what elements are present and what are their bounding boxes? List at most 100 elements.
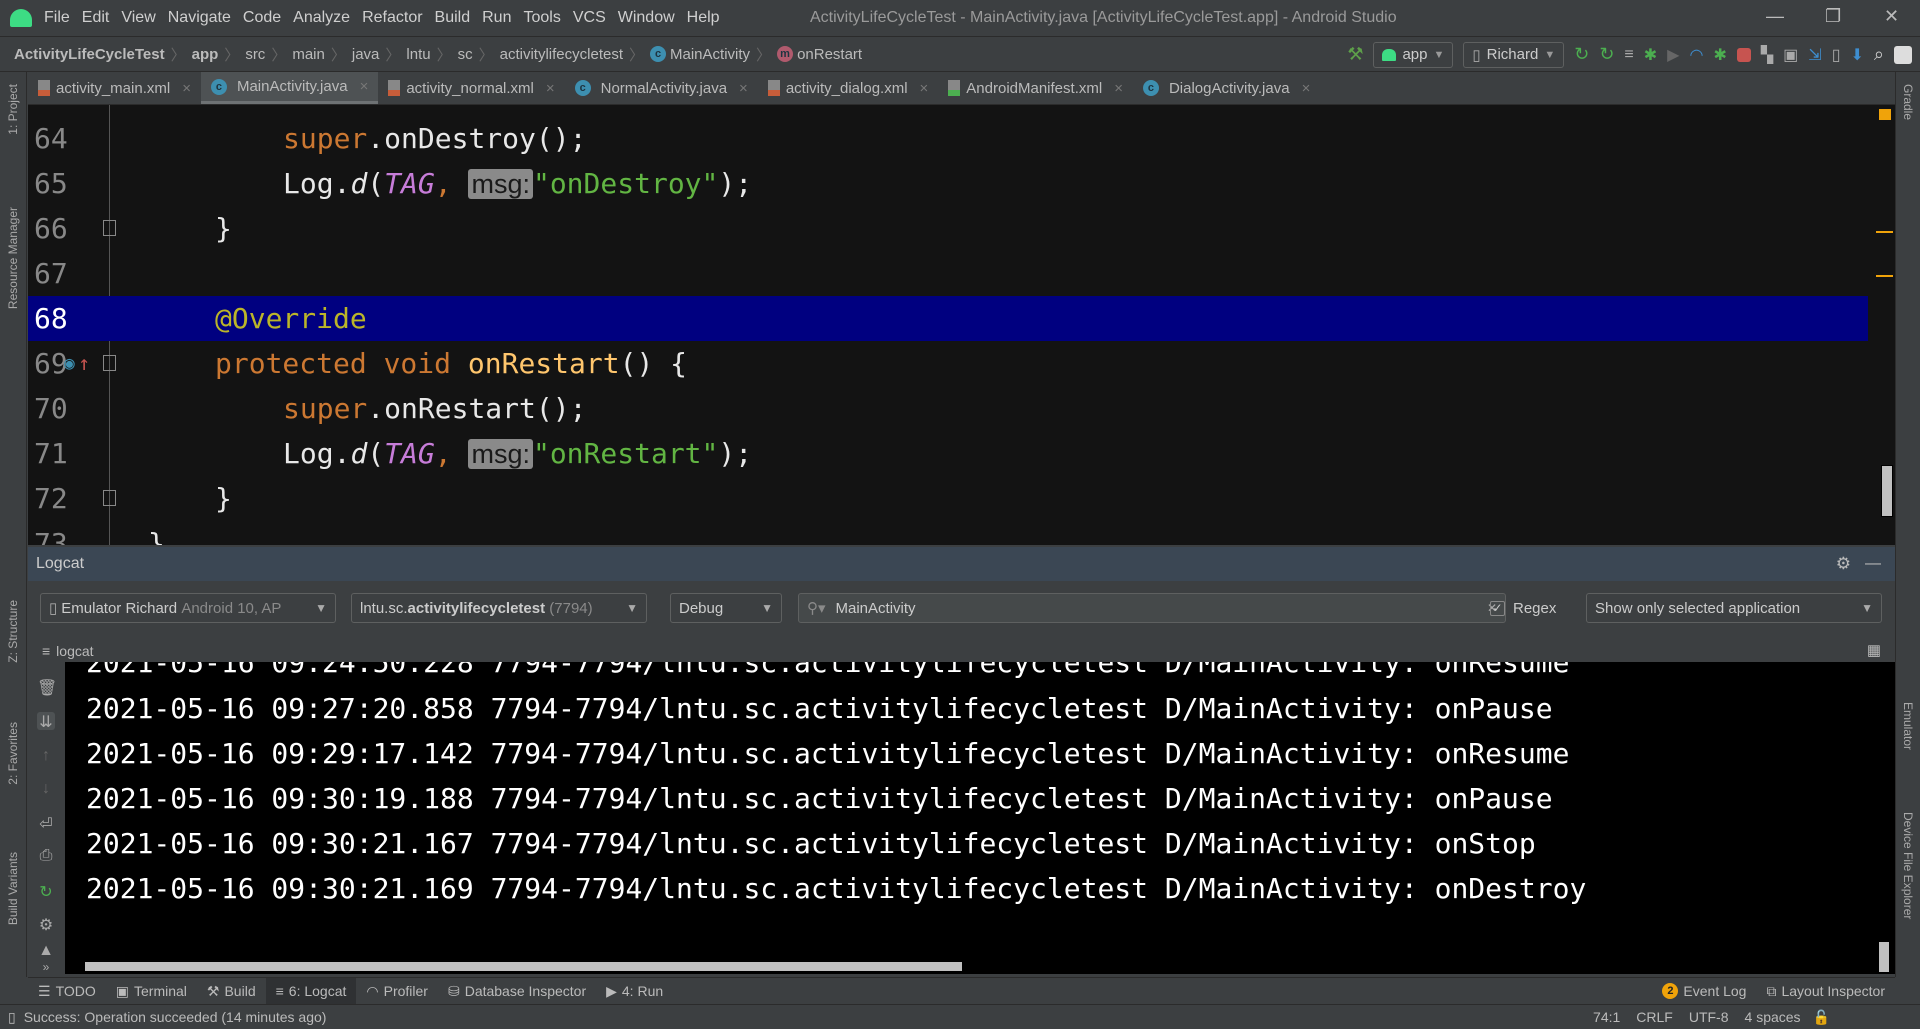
layout-options-icon[interactable]: ▦: [1867, 641, 1881, 659]
close-tab-icon[interactable]: ×: [1302, 80, 1311, 97]
maximize-button[interactable]: ❐: [1825, 6, 1841, 27]
crumb-package[interactable]: activitylifecycletest: [500, 46, 623, 63]
layout-inspector-tool-button[interactable]: ⧉ Layout Inspector: [1756, 978, 1895, 1005]
file-encoding[interactable]: UTF-8: [1689, 1009, 1729, 1025]
line-separator[interactable]: CRLF: [1636, 1009, 1673, 1025]
project-structure-icon[interactable]: ▚: [1761, 45, 1773, 65]
menu-refactor[interactable]: Refactor: [362, 9, 422, 27]
coverage-icon[interactable]: ▶: [1667, 45, 1679, 65]
close-tab-icon[interactable]: ×: [920, 80, 929, 97]
caret-position[interactable]: 74:1: [1593, 1009, 1620, 1025]
more-icon[interactable]: »: [37, 960, 55, 978]
close-window-button[interactable]: ✕: [1884, 6, 1899, 27]
process-dropdown[interactable]: lntu.sc. activitylifecycletest (7794) ▼: [351, 593, 647, 623]
crumb-java[interactable]: java: [352, 46, 380, 63]
logcat-vertical-scrollbar[interactable]: [1879, 942, 1889, 972]
print-icon[interactable]: ⎙: [37, 847, 55, 865]
crumb-src[interactable]: src: [245, 46, 265, 63]
favorites-tool-button[interactable]: 2: Favorites: [6, 722, 20, 785]
crumb-lntu[interactable]: lntu: [406, 46, 430, 63]
close-tab-icon[interactable]: ×: [182, 80, 191, 97]
build-tool-button[interactable]: ⚒ Build: [197, 978, 266, 1005]
soft-wrap-icon[interactable]: ⏎: [37, 814, 55, 833]
menu-vcs[interactable]: VCS: [573, 9, 606, 27]
crumb-sc[interactable]: sc: [458, 46, 473, 63]
menu-window[interactable]: Window: [618, 9, 675, 27]
status-message[interactable]: Success: Operation succeeded (14 minutes…: [24, 1009, 327, 1025]
close-tab-icon[interactable]: ×: [1114, 80, 1123, 97]
fold-icon[interactable]: [103, 490, 116, 506]
todo-tool-button[interactable]: ☰ TODO: [28, 978, 106, 1005]
database-inspector-tool-button[interactable]: ⛁ Database Inspector: [438, 978, 596, 1005]
restart-icon[interactable]: ↻: [37, 882, 55, 901]
menu-view[interactable]: View: [121, 9, 155, 27]
crumb-main[interactable]: main: [292, 46, 325, 63]
sdk-manager-icon[interactable]: ▯: [1832, 45, 1841, 65]
debug-icon[interactable]: ✱: [1644, 45, 1657, 65]
search-icon[interactable]: ⌕: [1874, 44, 1884, 65]
build-variants-tool-button[interactable]: Build Variants: [6, 852, 20, 925]
close-tab-icon[interactable]: ×: [360, 78, 369, 95]
override-gutter-icon[interactable]: ◉: [64, 341, 75, 386]
emulator-tool-button[interactable]: Emulator: [1901, 702, 1915, 750]
menu-run[interactable]: Run: [482, 9, 511, 27]
resource-manager-tool-button[interactable]: Resource Manager: [6, 207, 20, 309]
device-select[interactable]: ▯ Richard ▼: [1463, 41, 1565, 68]
device-file-explorer-tool-button[interactable]: Device File Explorer: [1901, 812, 1915, 919]
profiler-tool-button[interactable]: ◠ Profiler: [356, 978, 438, 1005]
fold-icon[interactable]: [103, 220, 116, 236]
device-dropdown[interactable]: ▯ Emulator Richard Android 10, AP ▼: [40, 593, 336, 623]
menu-build[interactable]: Build: [435, 9, 471, 27]
terminal-tool-button[interactable]: ▣ Terminal: [106, 978, 197, 1005]
lock-icon[interactable]: 🔓: [1813, 1009, 1830, 1026]
crumb-module[interactable]: app: [192, 46, 219, 63]
tab-normal-activity-java[interactable]: c NormalActivity.java ×: [565, 72, 758, 104]
avd-manager-icon[interactable]: ▣: [1783, 45, 1798, 65]
editor-scrollbar[interactable]: [1881, 465, 1893, 517]
tab-activity-dialog-xml[interactable]: activity_dialog.xml ×: [758, 72, 938, 104]
logcat-tool-button[interactable]: ≡ 6: Logcat: [265, 977, 357, 1005]
tab-activity-normal-xml[interactable]: activity_normal.xml ×: [378, 72, 564, 104]
down-arrow-icon[interactable]: ↓: [37, 780, 55, 798]
filter-dropdown[interactable]: Show only selected application ▼: [1586, 593, 1882, 623]
close-tab-icon[interactable]: ×: [739, 80, 748, 97]
attach-debugger-icon[interactable]: ✱: [1713, 45, 1726, 65]
indent-setting[interactable]: 4 spaces: [1745, 1009, 1801, 1025]
warning-marker[interactable]: [1876, 275, 1893, 277]
structure-tool-button[interactable]: Z: Structure: [6, 600, 20, 663]
code-editor[interactable]: 64 super.onDestroy(); 65 Log.d(TAG, msg: "o…: [28, 105, 1895, 545]
apply-changes-restart-icon[interactable]: ↻: [1574, 44, 1589, 65]
stop-icon[interactable]: [1736, 47, 1751, 62]
profile-icon[interactable]: ◠: [1689, 45, 1703, 65]
menu-tools[interactable]: Tools: [523, 9, 560, 27]
download-icon[interactable]: ⬇: [1851, 45, 1864, 65]
menu-analyze[interactable]: Analyze: [293, 9, 350, 27]
crumb-project[interactable]: ActivityLifeCycleTest: [14, 46, 165, 63]
up-arrow-icon[interactable]: ↑: [37, 747, 55, 765]
build-hammer-icon[interactable]: ⚒: [1347, 44, 1363, 65]
crumb-method[interactable]: onRestart: [797, 46, 862, 63]
warning-marker[interactable]: [1876, 231, 1893, 233]
run-tool-button[interactable]: ▶ 4: Run: [596, 978, 673, 1005]
tab-dialog-activity-java[interactable]: c DialogActivity.java ×: [1133, 72, 1320, 104]
run-config-select[interactable]: app ▼: [1373, 41, 1454, 68]
menu-help[interactable]: Help: [687, 9, 720, 27]
regex-checkbox[interactable]: ✓ Regex: [1490, 600, 1556, 617]
minimize-panel-icon[interactable]: —: [1865, 555, 1881, 573]
menu-file[interactable]: File: [44, 9, 70, 27]
clear-logcat-icon[interactable]: 🗑: [37, 678, 57, 697]
minimize-button[interactable]: —: [1766, 6, 1784, 27]
tab-main-activity-java[interactable]: c MainActivity.java ×: [200, 72, 379, 104]
logcat-tab[interactable]: ≡ logcat: [42, 643, 94, 659]
event-log-tool-button[interactable]: 2 Event Log: [1652, 978, 1756, 1005]
scroll-to-end-icon[interactable]: ⇊: [37, 712, 55, 731]
menu-navigate[interactable]: Navigate: [168, 9, 231, 27]
menu-code[interactable]: Code: [243, 9, 281, 27]
settings-icon[interactable]: ⚙: [37, 915, 55, 934]
fold-icon[interactable]: [103, 355, 116, 371]
gradle-tool-button[interactable]: Gradle: [1901, 84, 1915, 120]
search-input[interactable]: ⚲▾ MainActivity ✕: [798, 593, 1506, 623]
gear-icon[interactable]: ⚙: [1836, 554, 1851, 574]
log-level-dropdown[interactable]: Debug ▼: [670, 593, 782, 623]
avatar[interactable]: [1894, 45, 1912, 64]
